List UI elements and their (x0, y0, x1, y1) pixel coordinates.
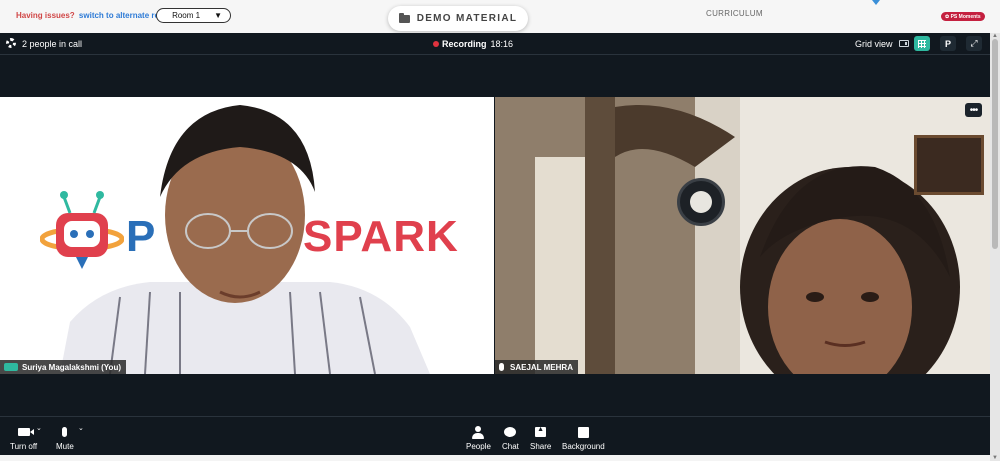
grid-view-button[interactable] (914, 36, 930, 51)
demo-material-button[interactable]: DEMO MATERIAL (388, 6, 528, 31)
ps-moments-label: PS Moments (950, 13, 981, 20)
avatar[interactable]: P (940, 36, 956, 51)
expand-icon: ⤢ (970, 38, 978, 48)
more-options-button[interactable]: ••• (965, 103, 982, 117)
recording-time: 18:16 (490, 39, 514, 49)
background-picture-frame (914, 135, 984, 195)
page-scrollbar[interactable]: ▲ ▼ (990, 33, 1000, 461)
room-select-value: Room 1 (172, 11, 201, 20)
mute-label: Mute (56, 442, 74, 451)
people-label: People (466, 442, 491, 451)
people-count: 2 people in call (22, 39, 83, 49)
camera-options-chevron-icon[interactable]: ⌄ (36, 424, 42, 432)
background-icon (577, 426, 589, 438)
people-button[interactable]: People (466, 425, 491, 451)
issues-notice: Having issues? switch to alternate room (16, 11, 171, 20)
chevron-down-icon: ▼ (214, 11, 222, 20)
audio-level-icon (4, 363, 18, 371)
brand-logo-text: SPARK (303, 212, 459, 261)
camera-toggle-button[interactable]: Turn off (10, 425, 37, 451)
participant-name-tag: Suriya Magalakshmi (You) (0, 360, 126, 374)
indicator-triangle-icon (872, 0, 880, 5)
video-tile-self[interactable]: P SPARK Suriya Magalakshmi (You) (0, 97, 494, 374)
call-controls: Turn off ⌄ Mute ⌄ People Chat Share Back… (0, 416, 990, 455)
demo-material-label: DEMO MATERIAL (416, 13, 518, 24)
video-tile-remote[interactable]: ••• SAEJAL MEHRA (495, 97, 990, 374)
issues-text: Having issues? (16, 11, 75, 20)
curriculum-tab[interactable]: CURRICULUM (706, 9, 763, 18)
scroll-down-icon[interactable]: ▼ (992, 455, 998, 461)
view-mode-label: Grid view (855, 39, 893, 49)
room-select[interactable]: Room 1 ▼ (156, 8, 231, 23)
recording-dot-icon (433, 41, 439, 47)
recording-status: Recording 18:16 (433, 39, 513, 49)
background-clock (677, 178, 725, 226)
gear-icon[interactable] (6, 38, 16, 48)
share-label: Share (530, 442, 552, 451)
share-button[interactable]: Share (530, 425, 551, 451)
participant-name: Suriya Magalakshmi (You) (22, 362, 121, 372)
fullscreen-button[interactable]: ⤢ (966, 36, 982, 51)
microphone-icon (62, 427, 68, 437)
video-call-panel: 2 people in call Recording 18:16 Grid vi… (0, 33, 990, 455)
sidebar-layout-icon (899, 40, 909, 47)
mute-button[interactable]: Mute (56, 425, 74, 451)
chat-button[interactable]: Chat (502, 425, 519, 451)
sidebar-view-button[interactable] (897, 36, 911, 51)
recording-label: Recording (442, 39, 487, 49)
background-button[interactable]: Background (562, 425, 605, 451)
grid-icon (918, 39, 926, 48)
call-header: 2 people in call Recording 18:16 Grid vi… (0, 33, 990, 55)
people-icon (472, 425, 485, 439)
ps-moments-badge[interactable]: ✿ PS Moments (941, 12, 985, 21)
chat-icon (504, 427, 517, 437)
participant-name: SAEJAL MEHRA (510, 362, 573, 372)
chat-label: Chat (502, 442, 519, 451)
logo-robot-icon (40, 191, 124, 269)
camera-icon (17, 428, 30, 436)
camera-toggle-label: Turn off (10, 442, 38, 451)
top-strip: Having issues? switch to alternate room … (0, 0, 1000, 33)
folder-icon (398, 12, 410, 23)
scrollbar-thumb[interactable] (992, 39, 998, 249)
mic-icon (499, 363, 504, 371)
mic-options-chevron-icon[interactable]: ⌄ (78, 424, 84, 432)
background-label: Background (562, 442, 605, 451)
brand-logo-letter: P (126, 212, 156, 261)
participant-name-tag: SAEJAL MEHRA (495, 360, 578, 374)
share-screen-icon (535, 426, 547, 437)
